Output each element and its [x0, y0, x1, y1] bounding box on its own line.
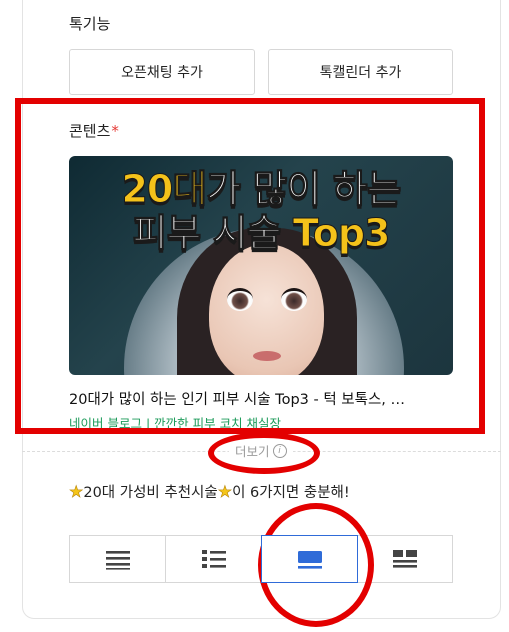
list-icon: [105, 551, 130, 570]
promo-text-a: 20대 가성비 추천시술: [83, 485, 218, 501]
promo-text-b: 이 6가지면 충분해!: [232, 485, 350, 501]
grid-icon: [392, 550, 417, 568]
card-icon: [297, 551, 322, 569]
add-open-chat-button[interactable]: 오픈채팅 추가: [69, 49, 255, 95]
star-icon: ★: [217, 482, 233, 502]
bullet-list-icon: [201, 550, 226, 568]
layout-option-bullet-list[interactable]: [166, 536, 262, 582]
features-label: 톡기능: [69, 15, 111, 33]
promo-text: ★ 20대 가성비 추천시술 ★ 이 6가지면 충분해!: [69, 481, 350, 502]
layout-selector: [69, 535, 453, 583]
add-talk-calendar-button[interactable]: 톡캘린더 추가: [268, 49, 453, 95]
layout-option-card[interactable]: [261, 535, 358, 583]
annotation-rectangle: [15, 98, 485, 434]
layout-option-list[interactable]: [70, 536, 166, 582]
annotation-oval-more: [208, 432, 320, 474]
star-icon: ★: [69, 482, 84, 502]
